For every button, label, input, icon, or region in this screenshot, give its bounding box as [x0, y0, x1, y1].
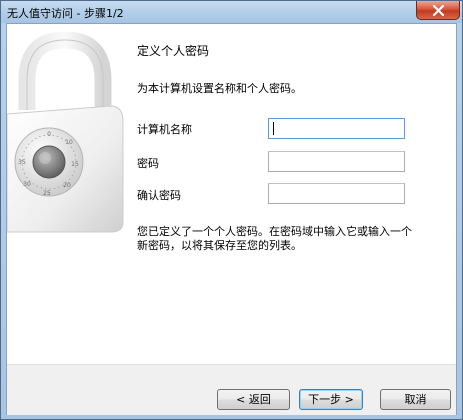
confirm-password-field[interactable] — [268, 183, 405, 204]
button-bar: < 返回 下一步 > 取消 — [7, 364, 456, 415]
close-icon — [432, 5, 445, 16]
computer-name-label: 计算机名称 — [137, 123, 192, 136]
svg-text:35: 35 — [18, 159, 26, 166]
text-caret — [273, 122, 274, 135]
svg-text:0: 0 — [47, 131, 51, 138]
padlock-icon: 0 10 15 20 25 30 35 — [7, 32, 124, 233]
password-field[interactable] — [268, 151, 405, 172]
svg-text:30: 30 — [23, 181, 31, 188]
page-heading: 定义个人密码 — [137, 44, 210, 58]
wizard-window: 无人值守访问 - 步骤1/2 0 10 15 20 25 30 35 定义个人密… — [0, 0, 463, 420]
cancel-button[interactable]: 取消 — [380, 389, 451, 410]
window-title: 无人值守访问 - 步骤1/2 — [7, 7, 124, 20]
confirm-password-label: 确认密码 — [137, 189, 181, 202]
computer-name-field[interactable] — [268, 118, 405, 139]
password-label: 密码 — [137, 157, 159, 170]
page-description: 为本计算机设置名称和个人密码。 — [137, 82, 302, 95]
back-button[interactable]: < 返回 — [217, 389, 290, 410]
wizard-client-area: 0 10 15 20 25 30 35 定义个人密码 为本计算机设置名称和个人密… — [6, 23, 457, 415]
svg-text:25: 25 — [43, 190, 51, 197]
title-bar[interactable]: 无人值守访问 - 步骤1/2 — [1, 1, 462, 23]
svg-text:10: 10 — [65, 139, 73, 146]
svg-text:20: 20 — [63, 182, 71, 189]
next-button[interactable]: 下一步 > — [299, 389, 363, 410]
info-note: 您已定义了一个个人密码。在密码域中输入它或输入一个新密码，以将其保存至您的列表。 — [137, 225, 412, 252]
close-button[interactable] — [416, 1, 460, 20]
wizard-content: 0 10 15 20 25 30 35 定义个人密码 为本计算机设置名称和个人密… — [7, 24, 456, 364]
svg-text:15: 15 — [71, 161, 79, 168]
